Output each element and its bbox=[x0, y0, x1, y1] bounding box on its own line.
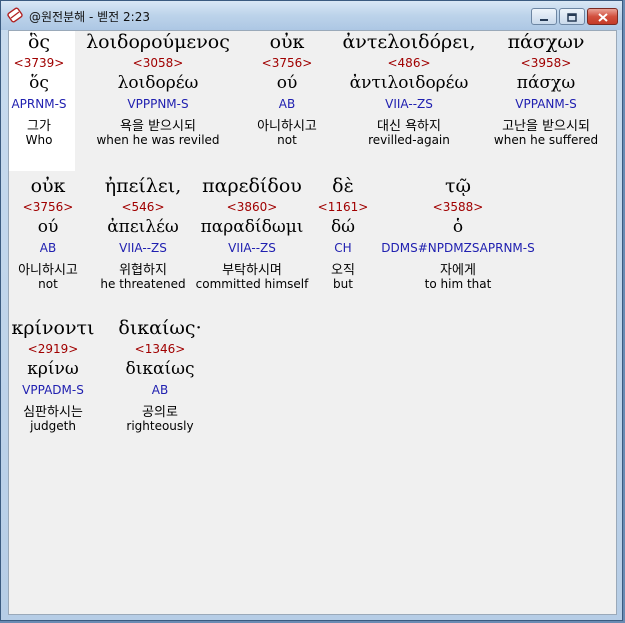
korean-gloss: 고난을 받으시되 bbox=[502, 119, 590, 134]
lemma: κρίνω bbox=[27, 359, 79, 379]
word-block[interactable]: δὲ <1161> δώ CH 오직 but bbox=[318, 175, 369, 293]
english-gloss: not bbox=[277, 133, 297, 147]
greek-word: οὐκ bbox=[269, 31, 305, 53]
strong-number[interactable]: <3756> bbox=[18, 200, 78, 216]
analysis-pane[interactable]: ὃς <3739> ὅς APRNM-S 그가 Who λοιδορούμενο… bbox=[8, 30, 617, 615]
english-gloss: he threatened bbox=[100, 277, 186, 291]
strong-number[interactable]: <486> bbox=[342, 56, 475, 72]
parsing-code[interactable]: VIIA--ZS bbox=[100, 241, 185, 257]
word-block[interactable]: ἀντελοιδόρει, <486> ἀντιλοιδορέω VIIA--Z… bbox=[342, 31, 475, 149]
english-gloss: not bbox=[38, 277, 58, 291]
greek-word: πάσχων bbox=[507, 31, 585, 53]
greek-word: δὲ bbox=[332, 175, 354, 197]
lemma: δώ bbox=[330, 217, 356, 237]
minimize-button[interactable] bbox=[531, 8, 557, 25]
lemma: λοιδορέω bbox=[117, 73, 199, 93]
english-gloss: judgeth bbox=[30, 419, 76, 433]
korean-gloss: 공의로 bbox=[142, 405, 178, 420]
parsing-code[interactable]: AB bbox=[257, 97, 317, 113]
parsing-code[interactable]: CH bbox=[318, 241, 369, 257]
lemma: ἀντιλοιδορέω bbox=[349, 73, 469, 93]
close-button[interactable] bbox=[587, 8, 618, 25]
word-block[interactable]: παρεδίδου <3860> παραδίδωμι VIIA--ZS 부탁하… bbox=[196, 175, 309, 293]
english-gloss: but bbox=[333, 277, 353, 291]
strong-number[interactable]: <3860> bbox=[196, 200, 309, 216]
word-block[interactable]: λοιδορούμενος <3058> λοιδορέω VPPPNM-S 욕… bbox=[86, 31, 230, 149]
english-gloss: when he suffered bbox=[493, 133, 599, 147]
greek-word: κρίνοντι bbox=[11, 317, 95, 339]
word-block[interactable]: ἠπείλει, <546> ἀπειλέω VIIA--ZS 위협하지 he … bbox=[100, 175, 185, 293]
lemma: πάσχω bbox=[516, 73, 576, 93]
lemma: ὅς bbox=[29, 73, 49, 93]
parsing-code[interactable]: APRNM-S bbox=[9, 97, 75, 113]
word-block[interactable]: πάσχων <3958> πάσχω VPPANM-S 고난을 받으시되 wh… bbox=[494, 31, 598, 149]
strong-number[interactable]: <3058> bbox=[86, 56, 230, 72]
strong-number[interactable]: <2919> bbox=[12, 342, 95, 358]
strong-number[interactable]: <3588> bbox=[381, 200, 534, 216]
greek-word: οὐκ bbox=[30, 175, 66, 197]
english-gloss: to him that bbox=[424, 277, 492, 291]
parsing-code[interactable]: VPPANM-S bbox=[494, 97, 598, 113]
title-bar[interactable]: @원전분해 - 벧전 2:23 bbox=[1, 1, 622, 30]
scroll-icon[interactable] bbox=[7, 7, 23, 23]
parsing-code[interactable]: DDMS#NPDMZSAPRNM-S bbox=[381, 241, 534, 257]
strong-number[interactable]: <3958> bbox=[494, 56, 598, 72]
strong-number[interactable]: <546> bbox=[100, 200, 185, 216]
lemma: ού bbox=[37, 217, 59, 237]
greek-word: ὃς bbox=[27, 31, 51, 53]
word-block[interactable]: τῷ <3588> ὁ DDMS#NPDMZSAPRNM-S 자에게 to hi… bbox=[381, 175, 534, 293]
korean-gloss: 대신 욕하지 bbox=[377, 119, 441, 134]
greek-word: δικαίως· bbox=[118, 317, 202, 339]
parsing-code[interactable]: VIIA--ZS bbox=[196, 241, 309, 257]
lemma: ού bbox=[276, 73, 298, 93]
parsing-code[interactable]: AB bbox=[18, 241, 78, 257]
english-gloss: Who bbox=[25, 133, 53, 147]
english-gloss: when he was reviled bbox=[96, 133, 220, 147]
korean-gloss: 자에게 bbox=[440, 263, 476, 278]
word-block[interactable]: οὐκ <3756> ού AB 아니하시고 not bbox=[257, 31, 317, 149]
word-block[interactable]: κρίνοντι <2919> κρίνω VPPADM-S 심판하시는 jud… bbox=[12, 317, 95, 435]
strong-number[interactable]: <3756> bbox=[257, 56, 317, 72]
greek-word: ἀντελοιδόρει, bbox=[342, 31, 476, 53]
strong-number[interactable]: <1161> bbox=[318, 200, 369, 216]
greek-word: τῷ bbox=[444, 175, 471, 197]
minimize-icon bbox=[539, 7, 549, 26]
app-window: @원전분해 - 벧전 2:23 ὃς <3739> ὅς APRNM-S 그가 … bbox=[0, 0, 623, 621]
greek-word: παρεδίδου bbox=[202, 175, 302, 197]
greek-word: ἠπείλει, bbox=[104, 175, 182, 197]
maximize-icon bbox=[567, 7, 577, 26]
english-gloss: revilled-again bbox=[368, 133, 450, 147]
lemma: παραδίδωμι bbox=[200, 217, 304, 237]
lemma: δικαίως bbox=[125, 359, 195, 379]
parsing-code[interactable]: VPPPNM-S bbox=[86, 97, 230, 113]
korean-gloss: 아니하시고 bbox=[257, 119, 317, 134]
word-block[interactable]: ὃς <3739> ὅς APRNM-S 그가 Who bbox=[9, 31, 75, 171]
lemma: ἀπειλέω bbox=[107, 217, 179, 237]
korean-gloss: 아니하시고 bbox=[18, 263, 78, 278]
word-block[interactable]: οὐκ <3756> ού AB 아니하시고 not bbox=[18, 175, 78, 293]
korean-gloss: 위협하지 bbox=[119, 263, 167, 278]
english-gloss: committed himself bbox=[195, 277, 309, 291]
greek-word: λοιδορούμενος bbox=[86, 31, 230, 53]
close-icon bbox=[597, 7, 608, 26]
strong-number[interactable]: <3739> bbox=[9, 56, 75, 72]
window-title: @원전분해 - 벧전 2:23 bbox=[29, 10, 150, 24]
english-gloss: righteously bbox=[126, 419, 194, 433]
korean-gloss: 심판하시는 bbox=[23, 405, 83, 420]
parsing-code[interactable]: VPPADM-S bbox=[12, 383, 95, 399]
korean-gloss: 부탁하시며 bbox=[222, 263, 282, 278]
korean-gloss: 그가 bbox=[27, 119, 51, 134]
maximize-button[interactable] bbox=[559, 8, 585, 25]
korean-gloss: 욕을 받으시되 bbox=[120, 119, 196, 134]
parsing-code[interactable]: AB bbox=[118, 383, 201, 399]
lemma: ὁ bbox=[452, 217, 464, 237]
word-block[interactable]: δικαίως· <1346> δικαίως AB 공의로 righteous… bbox=[118, 317, 201, 435]
parsing-code[interactable]: VIIA--ZS bbox=[342, 97, 475, 113]
korean-gloss: 오직 bbox=[331, 263, 355, 278]
strong-number[interactable]: <1346> bbox=[118, 342, 201, 358]
